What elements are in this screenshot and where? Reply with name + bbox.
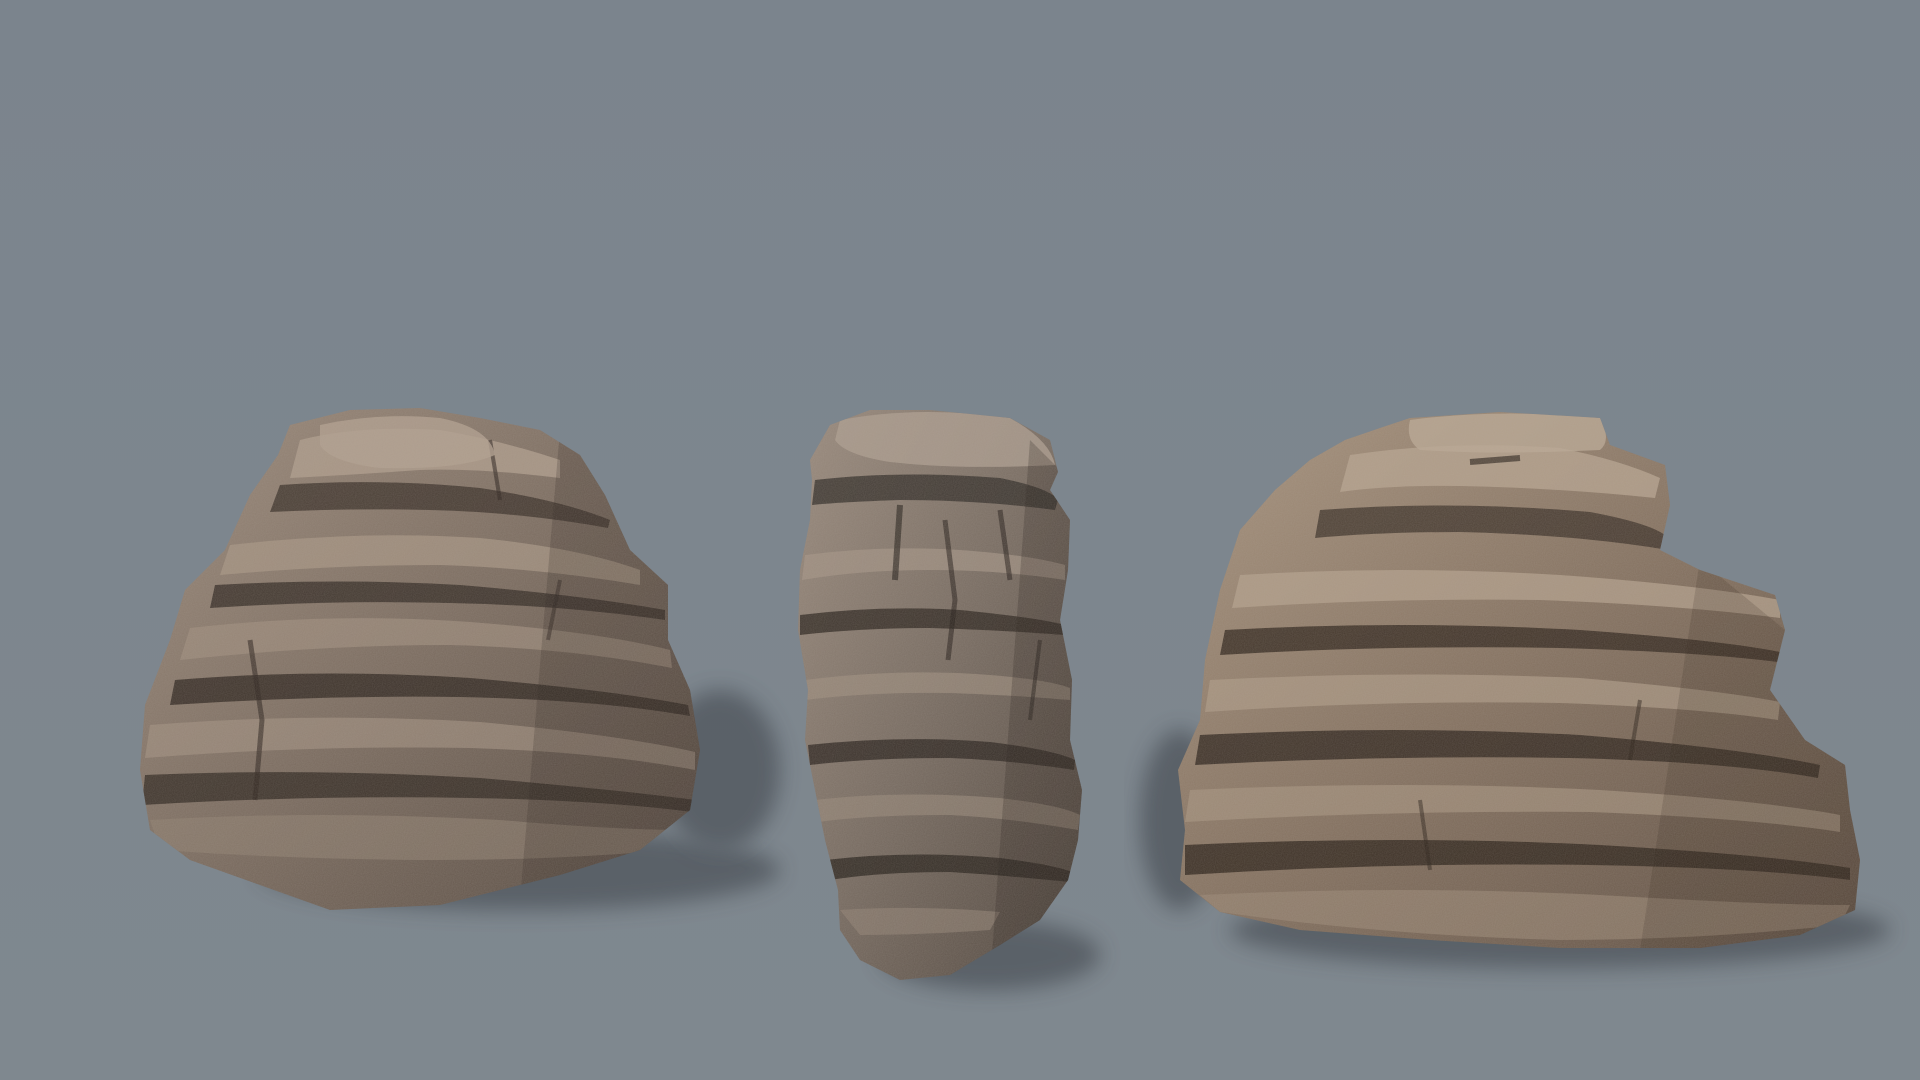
scene-canvas (0, 0, 1920, 1080)
rock-middle (798, 410, 1082, 980)
render-viewport (0, 0, 1920, 1080)
